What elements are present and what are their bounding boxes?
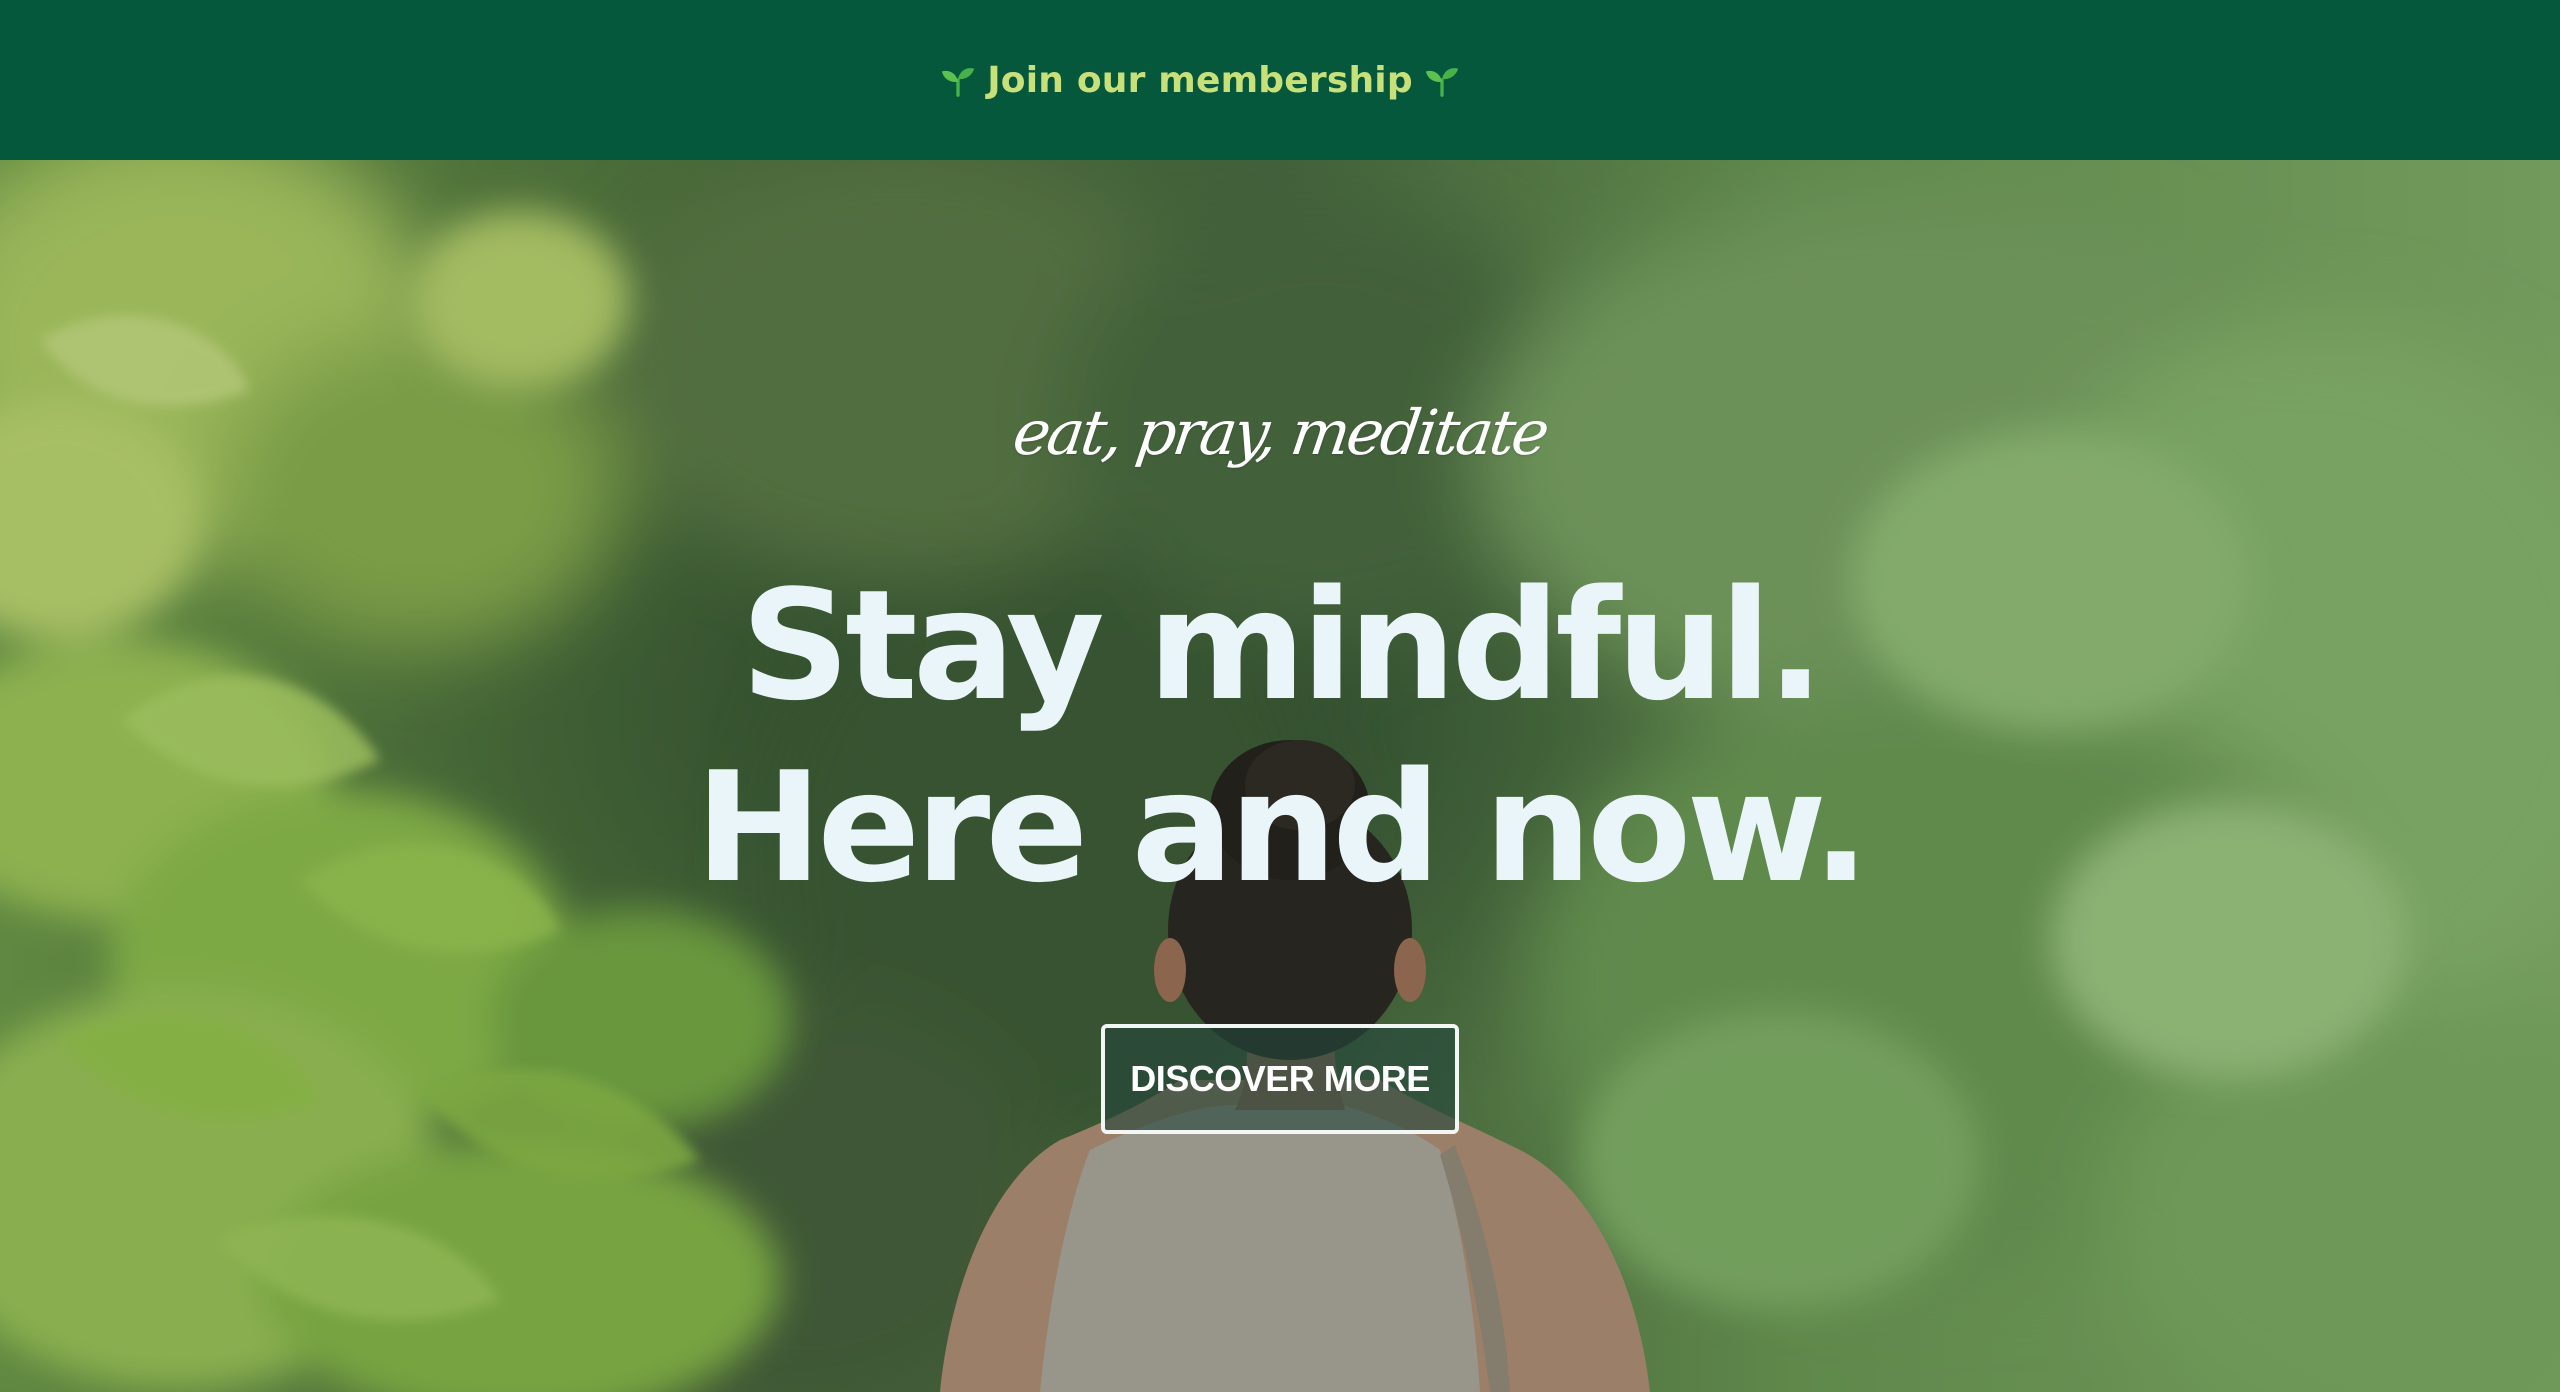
hero-tagline: eat, pray, meditate [1008,396,1552,469]
sprout-icon [939,61,977,99]
sprout-icon [1423,61,1461,99]
announcement-bar: Join our membership [0,0,2560,160]
hero-headline-line-1: Stay mindful. [740,557,1825,734]
join-membership-link[interactable]: Join our membership [939,60,1461,101]
join-membership-label: Join our membership [987,59,1413,101]
hero-section: eat, pray, meditate Stay mindful. Here a… [0,160,2560,1392]
hero-headline-line-2: Here and now. [695,739,1870,916]
discover-more-button[interactable]: DISCOVER MORE [1101,1024,1459,1134]
